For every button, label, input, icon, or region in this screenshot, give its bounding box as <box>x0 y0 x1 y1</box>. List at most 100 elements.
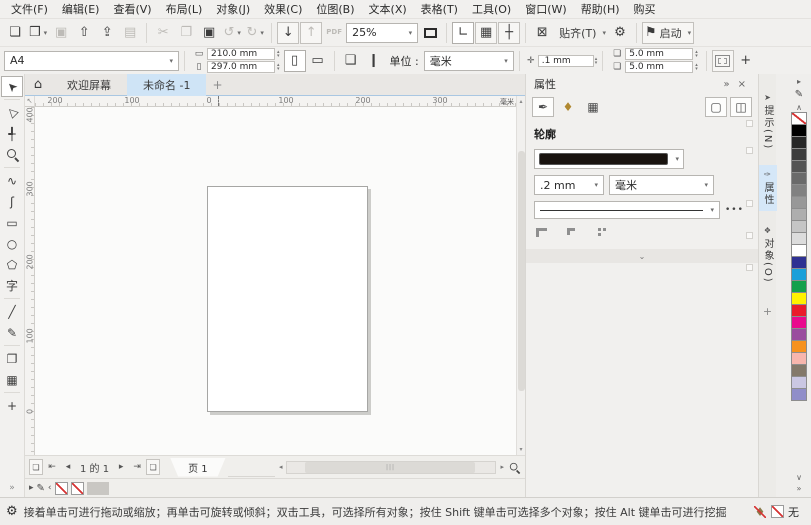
ruler-origin[interactable]: ↖ <box>25 96 35 107</box>
portrait-button[interactable]: ▯ <box>284 50 306 72</box>
zoom-level-combo[interactable]: 25%▾ <box>346 23 418 43</box>
menu-window[interactable]: 窗口(W) <box>518 0 573 18</box>
redo[interactable]: ↻▾ <box>244 22 266 44</box>
add-tool-button[interactable]: + <box>1 395 23 416</box>
docker-tab-properties[interactable]: ✑属性 <box>759 165 777 211</box>
eyedropper-icon[interactable]: ✎ <box>37 481 45 496</box>
scroll-up-icon[interactable]: ▴ <box>519 96 522 107</box>
duplicate-y-spinner[interactable]: ▴▾ <box>695 63 698 71</box>
ellipse-tool[interactable]: ○ <box>1 233 23 254</box>
more-tools-button[interactable]: » <box>9 483 15 493</box>
menu-buy[interactable]: 购买 <box>627 0 663 18</box>
open-document[interactable]: ❒▾ <box>27 22 49 44</box>
outline-units-combo[interactable]: 毫米 ▾ <box>609 175 714 195</box>
corner-miter-button[interactable] <box>534 225 552 240</box>
import[interactable]: ↓ <box>277 22 299 44</box>
horizontal-scrollbar[interactable]: ||| <box>286 461 496 474</box>
outline-width-combo[interactable]: .2 mm ▾ <box>534 175 604 195</box>
options-gear[interactable]: ⚙ <box>609 22 631 44</box>
last-page-button[interactable]: ⇥ <box>130 459 144 475</box>
zoom-to-page-icon[interactable] <box>509 461 520 472</box>
add-page-button-right[interactable]: ❏ <box>146 459 160 475</box>
drawing-canvas[interactable] <box>35 107 516 455</box>
copy[interactable]: ❐ <box>175 22 197 44</box>
palette-eyedropper-icon[interactable]: ✎ <box>795 87 803 102</box>
menu-bitmaps[interactable]: 位图(B) <box>309 0 361 18</box>
property-lock[interactable] <box>746 120 753 127</box>
docker-tab-hints[interactable]: ➤提示(N) <box>759 88 777 155</box>
page-size-preset-combo[interactable]: A4 ▾ <box>4 51 179 71</box>
vertical-scrollbar[interactable]: ▴ ▾ <box>516 96 525 455</box>
print[interactable]: ▤ <box>119 22 141 44</box>
artistic-media-tool[interactable]: ʃ <box>1 191 23 212</box>
palette-scroll-down-icon[interactable]: ∨ <box>796 472 802 483</box>
menu-help[interactable]: 帮助(H) <box>574 0 627 18</box>
horizontal-scroll-thumb[interactable]: ||| <box>305 462 475 473</box>
document-swatch-none[interactable] <box>71 482 84 495</box>
palette-back-icon[interactable]: ‹ <box>48 483 52 493</box>
launch-menu[interactable]: ⚑启动▾ <box>642 22 694 44</box>
paste[interactable]: ▣ <box>198 22 220 44</box>
save-to-cloud[interactable]: ⇪ <box>96 22 118 44</box>
dimension-tool[interactable]: ╱ <box>1 301 23 322</box>
close-icon[interactable]: × <box>734 79 750 90</box>
vertical-scroll-thumb[interactable] <box>518 151 525 391</box>
menu-effects[interactable]: 效果(C) <box>257 0 309 18</box>
transparency-section-button[interactable]: ▦ <box>582 97 604 117</box>
show-grid[interactable]: ▦ <box>475 22 497 44</box>
document-swatch-none[interactable] <box>55 482 68 495</box>
add-docker-button[interactable]: + <box>763 305 772 318</box>
corner-round-button[interactable] <box>565 225 583 240</box>
menu-edit[interactable]: 编辑(E) <box>55 0 107 18</box>
snap-to-menu[interactable]: 贴齐(T)▾ <box>554 22 608 44</box>
rectangle-tool[interactable]: ▭ <box>1 212 23 233</box>
menu-text[interactable]: 文本(X) <box>362 0 414 18</box>
first-page-button[interactable]: ⇤ <box>45 459 59 475</box>
menu-object[interactable]: 对象(J) <box>209 0 257 18</box>
page-height-field[interactable]: 297.0 mm <box>207 61 275 73</box>
transparency-tool[interactable]: ▦ <box>1 369 23 390</box>
menu-tools[interactable]: 工具(O) <box>465 0 518 18</box>
corner-bevel-button[interactable] <box>596 225 614 240</box>
outline-section-button[interactable]: ✒ <box>532 97 554 117</box>
frame-eye-button[interactable]: ◫ <box>730 97 752 117</box>
property-lock[interactable] <box>746 264 753 271</box>
units-combo[interactable]: 毫米 ▾ <box>424 51 514 71</box>
undock-icon[interactable]: » <box>719 79 733 90</box>
freehand-tool[interactable]: ∿ <box>1 170 23 191</box>
fill-section-button[interactable]: ♦ <box>557 97 579 117</box>
page[interactable] <box>207 186 368 412</box>
line-style-settings-button[interactable]: ••• <box>725 205 744 215</box>
property-lock[interactable] <box>746 147 753 154</box>
property-lock[interactable] <box>746 232 753 239</box>
status-gear-icon[interactable]: ⚙ <box>6 504 18 519</box>
show-guidelines[interactable]: ┼ <box>498 22 520 44</box>
save[interactable]: ▣ <box>50 22 72 44</box>
page-width-field[interactable]: 210.0 mm <box>207 48 275 60</box>
palette-color[interactable] <box>791 388 807 401</box>
full-screen-preview[interactable] <box>419 22 441 44</box>
open-from-cloud[interactable]: ⇧ <box>73 22 95 44</box>
next-page-button[interactable]: ▸ <box>114 459 128 475</box>
page-height-spinner[interactable]: ▴▾ <box>277 63 280 71</box>
horizontal-ruler[interactable]: 毫米 2001000100200300 <box>35 96 516 107</box>
pick-tool[interactable]: ➤ <box>1 76 23 97</box>
expand-section-bar[interactable]: ⌄ <box>526 249 758 263</box>
tab-untitled-1[interactable]: 未命名 -1 <box>127 74 206 96</box>
connector-tool[interactable]: ✎ <box>1 322 23 343</box>
flyout-right-icon[interactable]: ▸ <box>29 483 34 493</box>
add-page-button-left[interactable]: ❏ <box>29 459 43 475</box>
text-tool[interactable]: 字 <box>1 275 23 296</box>
drop-shadow-tool[interactable]: ❐ <box>1 348 23 369</box>
menu-layout[interactable]: 布局(L) <box>159 0 210 18</box>
page-width-spinner[interactable]: ▴▾ <box>277 50 280 58</box>
palette-flyout-icon[interactable]: ▸ <box>797 76 801 87</box>
new-document[interactable]: ❏ <box>4 22 26 44</box>
page-tab[interactable]: 页 1 <box>170 458 226 477</box>
vertical-ruler[interactable]: 4003002001000 <box>25 107 35 455</box>
prev-page-button[interactable]: ◂ <box>61 459 75 475</box>
scroll-right-button[interactable]: ▸ <box>498 463 506 471</box>
duplicate-x-spinner[interactable]: ▴▾ <box>695 50 698 58</box>
palette-expand-icon[interactable]: » <box>797 483 802 494</box>
apply-size-to-current-page-button[interactable]: ❙ <box>363 50 385 72</box>
